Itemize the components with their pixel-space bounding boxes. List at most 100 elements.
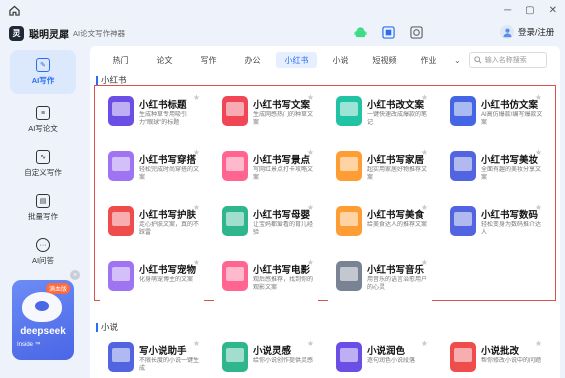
mac-icon[interactable] — [409, 25, 423, 39]
tool-icon — [108, 151, 134, 181]
section-title-novel: 小说 — [96, 321, 118, 333]
favorite-star-icon[interactable]: ★ — [421, 339, 428, 348]
favorite-star-icon[interactable]: ★ — [535, 339, 542, 348]
tool-title: 小红书写穿搭 — [139, 155, 197, 166]
android-icon[interactable] — [353, 25, 367, 39]
tool-card[interactable]: 小红书写美妆 全面有趣的美妆分享文案 ★ — [442, 145, 546, 197]
tool-card[interactable]: 小红书写护肤 走心护肤文案，真的不踩雷 ★ — [100, 200, 204, 252]
tool-title: 小红书写文案 — [253, 100, 311, 111]
tool-icon — [336, 342, 362, 372]
sidebar-item-label: AI问答 — [31, 256, 55, 265]
tool-card[interactable]: 小红书写景点 写网红景点打卡攻略文案 ★ — [214, 145, 318, 197]
tab-homework[interactable]: 作业 — [408, 52, 449, 68]
favorite-star-icon[interactable]: ★ — [193, 339, 200, 348]
user-login[interactable]: 登录/注册 — [500, 25, 554, 39]
sidebar-item-ai-writing[interactable]: ✎ AI写作 — [10, 50, 76, 94]
tab-xiaohongshu[interactable]: 小红书 — [276, 52, 317, 68]
tool-card[interactable]: 小红书写文案 生成网感热门的种草文案 ★ — [214, 90, 318, 142]
section-label: 小说 — [101, 322, 119, 332]
favorite-star-icon[interactable]: ★ — [193, 258, 200, 267]
tool-card[interactable]: 写小说助手 不限长度的小说一键生成 ★ — [100, 336, 204, 378]
tool-description: 不限长度的小说一键生成 — [139, 358, 200, 372]
tool-description: 给美食达人的推荐文案 — [367, 222, 428, 228]
favorite-star-icon[interactable]: ★ — [307, 203, 314, 212]
tool-title: 小说润色 — [367, 346, 406, 357]
chevron-down-icon[interactable]: ⌄ — [454, 56, 461, 65]
tab-novel[interactable]: 小说 — [320, 52, 361, 68]
app-name: 聪明灵犀 — [29, 29, 69, 41]
tool-icon — [222, 151, 248, 181]
promo-close-button[interactable]: × — [70, 270, 80, 280]
maximize-button[interactable]: ▢ — [525, 5, 534, 16]
sidebar-item-ai-qa[interactable]: ··· AI问答 — [10, 230, 76, 274]
app-logo: 灵 — [9, 25, 24, 41]
tool-title: 小红书写音乐 — [367, 265, 425, 276]
tool-description: 用音乐的语言治愈用户的心灵 — [367, 277, 428, 291]
tool-card[interactable]: 小红书写家居 超实用家居好物推荐文案 ★ — [328, 145, 432, 197]
tab-paper[interactable]: 论文 — [144, 52, 185, 68]
tool-title: 小红书写景点 — [253, 155, 311, 166]
tool-card[interactable]: 小红书仿文案 AI高仿爆款/编写爆款文案 ★ — [442, 90, 546, 142]
home-icon[interactable] — [8, 4, 20, 16]
sidebar-item-batch-writing[interactable]: ▤ 批量写作 — [10, 186, 76, 230]
tool-title: 小红书写宠物 — [139, 265, 197, 276]
minimize-button[interactable]: ─ — [504, 5, 511, 16]
favorite-star-icon[interactable]: ★ — [307, 93, 314, 102]
tool-card[interactable]: 小说灵感 给你小说创作提供灵感 ★ — [214, 336, 318, 378]
section-accent — [96, 322, 98, 332]
tab-writing[interactable]: 写作 — [188, 52, 229, 68]
tool-card[interactable]: 小红书写数码 轻松变身为数码推介达人 ★ — [442, 200, 546, 252]
tool-description: 生成网感热门的种草文案 — [253, 112, 314, 126]
tab-office[interactable]: 办公 — [232, 52, 273, 68]
favorite-star-icon[interactable]: ★ — [535, 203, 542, 212]
tool-title: 小红书写家居 — [367, 155, 425, 166]
tool-card[interactable]: 小红书写母婴 让宝妈都爱看的育儿经验 ★ — [214, 200, 318, 252]
tool-description: 写网红景点打卡攻略文案 — [253, 167, 314, 181]
tool-description: 化身萌宠博主的文案 — [139, 277, 194, 283]
tool-icon — [108, 261, 134, 291]
tool-title: 小红书改文案 — [367, 100, 425, 111]
tool-card[interactable]: 小红书标题 生成种草专用吸引力"眼球"的标题 ★ — [100, 90, 204, 142]
tool-card[interactable]: 小说润色 逐句润色小说段落 ★ — [328, 336, 432, 378]
tool-card[interactable]: 小说批改 帮你修改小说中的问题 ★ — [442, 336, 546, 378]
search-icon — [474, 56, 482, 64]
tool-card[interactable]: 小红书写宠物 化身萌宠博主的文案 ★ — [100, 255, 204, 307]
tool-card[interactable]: 小红书写音乐 用音乐的语言治愈用户的心灵 ★ — [328, 255, 432, 307]
tool-description: 观后感推荐，找到你的观影文案 — [253, 277, 314, 291]
favorite-star-icon[interactable]: ★ — [535, 148, 542, 157]
sidebar-item-label: 批量写作 — [28, 212, 58, 221]
tool-card[interactable]: 小红书写电影 观后感推荐，找到你的观影文案 ★ — [214, 255, 318, 307]
close-window-button[interactable]: ✕ — [549, 5, 557, 16]
sidebar-item-ai-paper[interactable]: ≡ AI写论文 — [10, 98, 76, 142]
favorite-star-icon[interactable]: ★ — [307, 148, 314, 157]
tool-card[interactable]: 小红书写美食 给美食达人的推荐文案 ★ — [328, 200, 432, 252]
favorite-star-icon[interactable]: ★ — [193, 203, 200, 212]
search-input[interactable]: 输入名称搜索 — [468, 52, 547, 68]
favorite-star-icon[interactable]: ★ — [421, 203, 428, 212]
deepseek-promo[interactable]: 满血版 deepseek Inside ™ — [12, 280, 74, 360]
login-label: 登录/注册 — [518, 27, 555, 37]
favorite-star-icon[interactable]: ★ — [307, 258, 314, 267]
tool-description: AI高仿爆款/编写爆款文案 — [481, 112, 543, 126]
tab-short-video[interactable]: 短视频 — [364, 52, 405, 68]
tool-icon — [222, 342, 248, 372]
favorite-star-icon[interactable]: ★ — [307, 339, 314, 348]
tool-title: 小红书写数码 — [481, 210, 539, 221]
sidebar-item-custom-writing[interactable]: ∿ 自定义写作 — [10, 142, 76, 186]
favorite-star-icon[interactable]: ★ — [535, 93, 542, 102]
tool-title: 小红书写电影 — [253, 265, 311, 276]
favorite-star-icon[interactable]: ★ — [193, 93, 200, 102]
tab-hot[interactable]: 热门 — [100, 52, 141, 68]
tool-icon — [222, 206, 248, 236]
favorite-star-icon[interactable]: ★ — [193, 148, 200, 157]
favorite-star-icon[interactable]: ★ — [421, 93, 428, 102]
tool-card[interactable]: 小红书改文案 一键快速改成爆款的笔记 ★ — [328, 90, 432, 142]
tool-icon — [222, 261, 248, 291]
favorite-star-icon[interactable]: ★ — [421, 148, 428, 157]
sidebar-item-label: AI写论文 — [28, 124, 58, 133]
tool-card[interactable]: 小红书写穿搭 轻松完成时尚穿搭的文案 ★ — [100, 145, 204, 197]
favorite-star-icon[interactable]: ★ — [421, 258, 428, 267]
tool-description: 一键快速改成爆款的笔记 — [367, 112, 428, 126]
windows-icon[interactable] — [381, 25, 395, 39]
main-panel: 热门 论文 写作 办公 小红书 小说 短视频 作业 ⌄ 输入名称搜索 小红书 小… — [90, 46, 560, 378]
